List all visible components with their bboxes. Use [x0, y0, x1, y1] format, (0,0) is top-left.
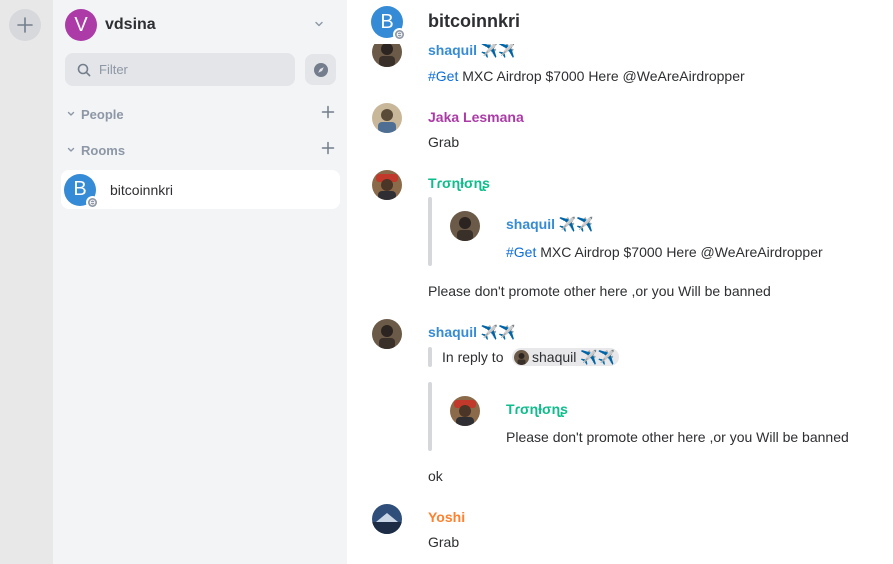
sender-name[interactable]: shaquil ✈️✈️ — [428, 324, 516, 341]
hashtag-link[interactable]: #Get — [506, 244, 536, 260]
room-title[interactable]: bitcoinnkri — [428, 11, 520, 32]
rooms-section-header: Rooms — [65, 140, 337, 160]
reply-prefix: In reply to — [442, 349, 504, 365]
quoted-message-body: #Get MXC Airdrop $7000 Here @WeAreAirdro… — [506, 244, 823, 260]
shaquil-avatar[interactable] — [372, 319, 402, 349]
yoshi-avatar[interactable] — [372, 504, 402, 534]
sender-name[interactable]: Jaka Lesmana — [428, 109, 524, 125]
public-room-badge-icon — [86, 195, 99, 209]
trontons-avatar[interactable] — [372, 170, 402, 200]
room-view: B bitcoinnkri shaquil ✈️✈️ #Get MXC Aird… — [347, 0, 893, 564]
account-menu[interactable]: V vdsina — [65, 8, 337, 42]
room-list-panel: V vdsina People Rooms — [53, 0, 347, 564]
explore-rooms-button[interactable] — [305, 54, 336, 85]
filter-field[interactable] — [65, 53, 295, 86]
message-body: Please don't promote other here ,or you … — [428, 283, 771, 299]
shaquil-avatar[interactable] — [450, 211, 480, 241]
people-section-label[interactable]: People — [81, 107, 124, 122]
quoted-sender-name[interactable]: Tɾσɳƚσɳʂ — [506, 401, 568, 417]
shaquil-avatar — [514, 349, 529, 365]
plus-icon — [17, 17, 33, 33]
room-header: B bitcoinnkri — [347, 0, 893, 44]
sender-name[interactable]: Tɾσɳƚσɳʂ — [428, 175, 490, 191]
chevron-down-icon[interactable] — [65, 109, 77, 119]
jaka-lesmana-avatar[interactable] — [372, 103, 402, 133]
chevron-down-icon[interactable] — [65, 145, 77, 155]
search-icon — [77, 63, 91, 76]
room-name: bitcoinnkri — [110, 181, 174, 198]
chevron-down-icon — [315, 21, 323, 27]
rooms-section-label[interactable]: Rooms — [81, 143, 125, 158]
public-room-badge-icon — [393, 28, 406, 41]
room-header-initial: B — [380, 10, 394, 33]
room-avatar-initial: B — [73, 178, 87, 200]
room-avatar: B — [64, 173, 99, 209]
filter-input[interactable] — [99, 62, 279, 77]
message-body: ok — [428, 468, 443, 484]
hashtag-link[interactable]: #Get — [428, 68, 458, 84]
quoted-message-text: MXC Airdrop $7000 Here @WeAreAirdropper — [536, 244, 823, 260]
room-header-avatar[interactable]: B — [371, 6, 406, 41]
reply-user-pill[interactable]: shaquil ✈️✈️ — [512, 348, 620, 366]
room-tile-bitcoinnkri[interactable]: B bitcoinnkri — [61, 170, 340, 209]
message-body: #Get MXC Airdrop $7000 Here @WeAreAirdro… — [428, 68, 745, 84]
create-space-button[interactable] — [9, 9, 41, 41]
quote-bar — [428, 382, 432, 451]
message-body: Grab — [428, 534, 460, 550]
trontons-avatar[interactable] — [450, 396, 480, 426]
quoted-message-body: Please don't promote other here ,or you … — [506, 429, 849, 445]
account-avatar: V — [65, 9, 97, 41]
account-name: vdsina — [105, 16, 156, 33]
sender-name[interactable]: shaquil ✈️✈️ — [428, 42, 516, 59]
add-room-icon[interactable] — [321, 141, 335, 155]
reply-user-name: shaquil ✈️✈️ — [532, 348, 616, 365]
add-person-icon[interactable] — [321, 105, 335, 119]
people-section-header: People — [65, 104, 337, 124]
message-body: Grab — [428, 134, 460, 150]
message-text: MXC Airdrop $7000 Here @WeAreAirdropper — [458, 68, 745, 84]
space-rail — [0, 0, 53, 564]
quote-bar — [428, 197, 432, 266]
sender-name[interactable]: Yoshi — [428, 509, 465, 525]
compass-icon — [313, 62, 328, 77]
reply-bar — [428, 347, 432, 367]
quoted-sender-name[interactable]: shaquil ✈️✈️ — [506, 216, 594, 233]
